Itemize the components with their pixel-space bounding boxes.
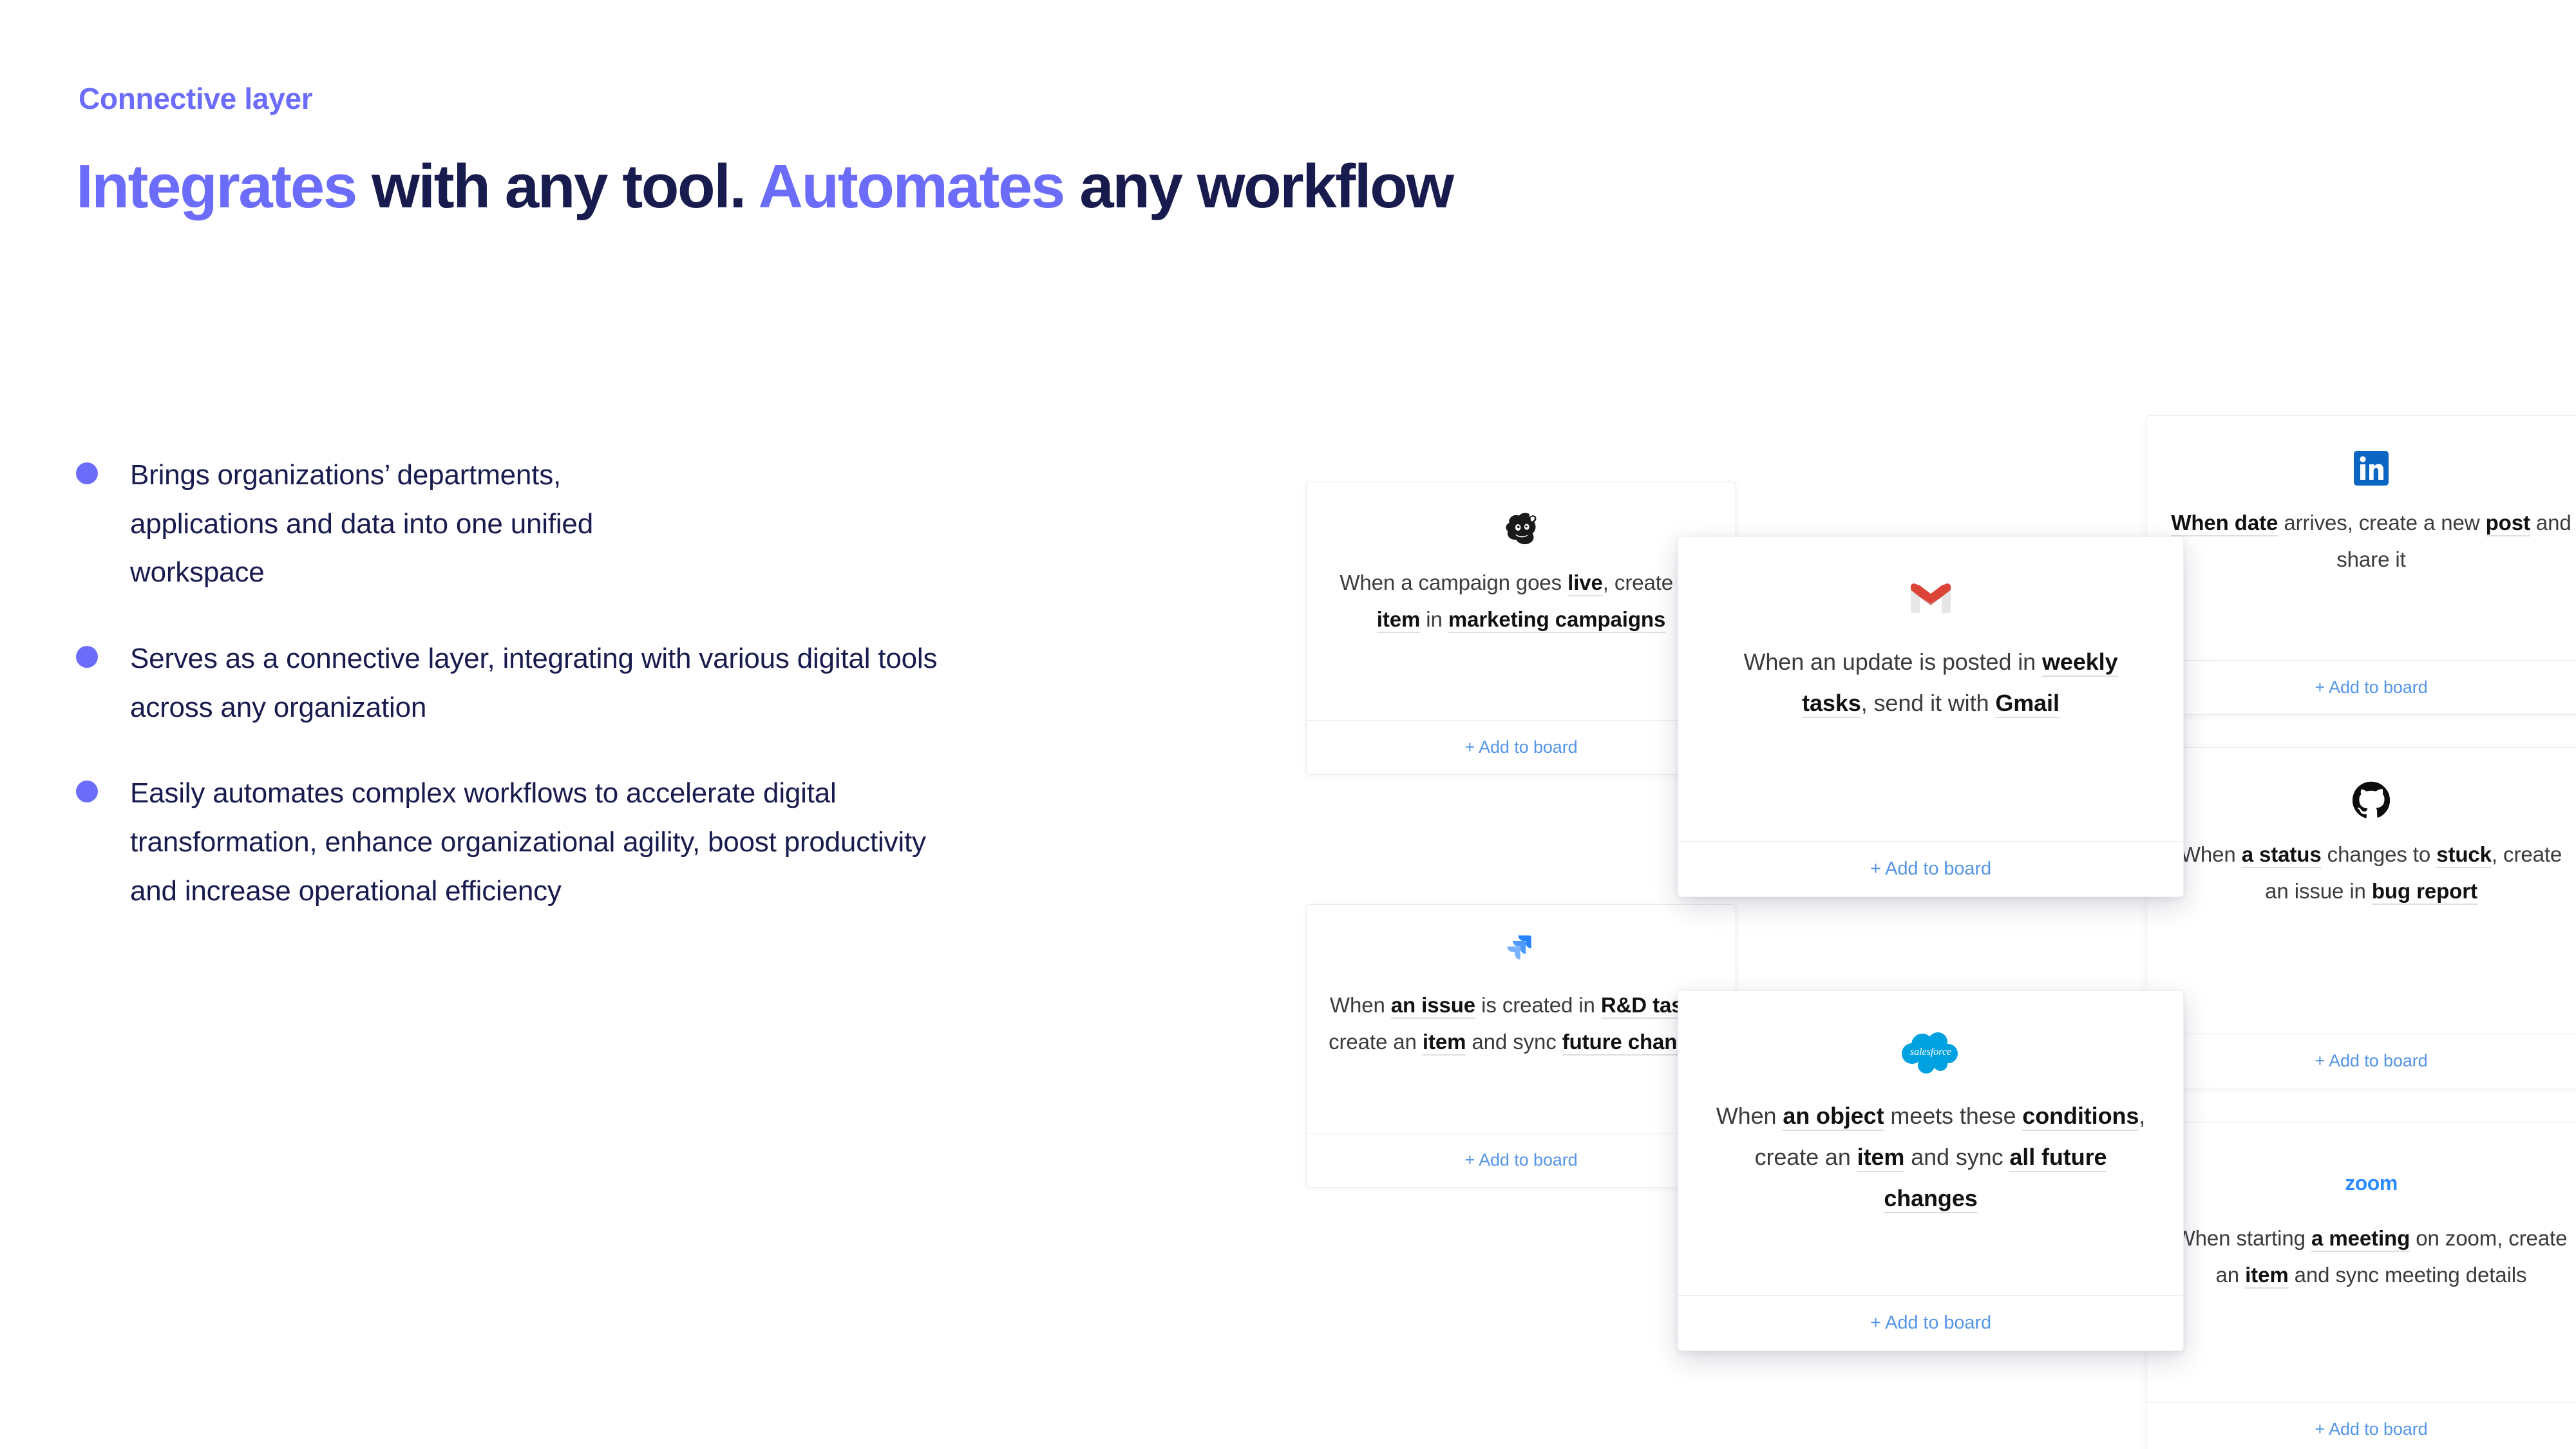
add-to-board-button[interactable]: + Add to board [2315, 1051, 2428, 1071]
page-root: Connective layer Integrates with any too… [0, 0, 2576, 1449]
feature-bullet-list: Brings organizations’ departments, appli… [76, 451, 1055, 952]
card-text: When an update is posted in weekly tasks… [1712, 641, 2150, 724]
integration-card-jira[interactable]: When an issue is created in R&D tasks, c… [1306, 904, 1736, 1188]
card-body: When date arrives, create a new post and… [2146, 416, 2576, 660]
headline-plain-1: with any tool. [355, 152, 759, 221]
card-footer: + Add to board [2146, 660, 2576, 714]
salesforce-logo-icon: salesforce [1898, 1025, 1964, 1079]
add-to-board-button[interactable]: + Add to board [1870, 858, 1991, 880]
card-footer: + Add to board [1678, 841, 2183, 896]
headline-accent-automates: Automates [758, 152, 1066, 221]
bullet-dot-icon [76, 462, 98, 484]
card-footer: + Add to board [2146, 1402, 2576, 1449]
github-logo-icon [2353, 776, 2390, 824]
gmail-logo-icon [1909, 571, 1952, 625]
card-footer: + Add to board [1678, 1295, 2183, 1350]
card-body: salesforce When an object meets these co… [1678, 991, 2183, 1295]
integration-card-github[interactable]: When a status changes to stuck, create a… [2146, 747, 2576, 1088]
integration-card-salesforce[interactable]: salesforce When an object meets these co… [1678, 990, 2184, 1351]
card-body: When a status changes to stuck, create a… [2146, 748, 2576, 1034]
integration-card-zoom[interactable]: zoom When starting a meeting on zoom, cr… [2146, 1122, 2576, 1449]
zoom-logo-icon: zoom [2333, 1160, 2409, 1208]
card-text: When a campaign goes live, create an ite… [1329, 565, 1714, 638]
integration-card-gmail[interactable]: When an update is posted in weekly tasks… [1678, 536, 2184, 897]
card-body: When a campaign goes live, create an ite… [1307, 482, 1736, 720]
card-body: When an issue is created in R&D tasks, c… [1307, 905, 1736, 1133]
card-footer: + Add to board [1307, 720, 1736, 774]
card-text: When an issue is created in R&D tasks, c… [1329, 987, 1714, 1061]
zoom-wordmark: zoom [2345, 1171, 2398, 1195]
headline-accent-integrates: Integrates [76, 152, 357, 221]
integration-card-linkedin[interactable]: When date arrives, create a new post and… [2146, 415, 2576, 715]
card-text: When date arrives, create a new post and… [2171, 511, 2571, 571]
linkedin-logo-icon [2353, 444, 2390, 492]
add-to-board-button[interactable]: + Add to board [1870, 1312, 1991, 1334]
card-text: When an object meets these conditions, c… [1712, 1095, 2150, 1219]
card-footer: + Add to board [2146, 1034, 2576, 1088]
list-item: Brings organizations’ departments, appli… [76, 451, 1055, 597]
card-text: When a status changes to stuck, create a… [2168, 837, 2574, 910]
add-to-board-button[interactable]: + Add to board [1465, 1150, 1578, 1170]
bullet-text: Serves as a connective layer, integratin… [130, 643, 938, 723]
bullet-dot-icon [76, 646, 98, 668]
card-footer: + Add to board [1307, 1133, 1736, 1187]
card-text: When starting a meeting on zoom, create … [2168, 1220, 2574, 1294]
list-item: Easily automates complex workflows to ac… [76, 769, 1055, 915]
salesforce-wordmark: salesforce [1910, 1046, 1951, 1057]
page-title: Integrates with any tool. Automates any … [76, 152, 1454, 221]
headline-plain-2: any workflow [1064, 152, 1454, 221]
bullet-text: Brings organizations’ departments, appli… [130, 459, 593, 589]
bullet-dot-icon [76, 781, 98, 803]
integration-card-mailchimp[interactable]: When a campaign goes live, create an ite… [1306, 482, 1736, 775]
list-item: Serves as a connective layer, integratin… [76, 634, 1055, 732]
mailchimp-logo-icon [1501, 504, 1541, 552]
add-to-board-button[interactable]: + Add to board [2315, 677, 2428, 697]
section-eyebrow: Connective layer [79, 82, 313, 115]
jira-logo-icon [1502, 927, 1540, 974]
add-to-board-button[interactable]: + Add to board [1465, 737, 1578, 757]
card-body: zoom When starting a meeting on zoom, cr… [2146, 1122, 2576, 1402]
bullet-text: Easily automates complex workflows to ac… [130, 777, 926, 907]
card-body: When an update is posted in weekly tasks… [1678, 537, 2183, 841]
add-to-board-button[interactable]: + Add to board [2315, 1419, 2428, 1439]
